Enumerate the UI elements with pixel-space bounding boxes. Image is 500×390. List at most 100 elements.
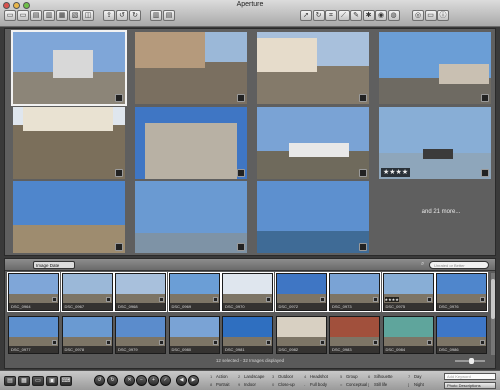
viewer-only-button[interactable]: ▣ (46, 376, 58, 386)
photo-thumbnail[interactable] (135, 32, 247, 104)
next-icon[interactable]: ▶ (188, 375, 199, 386)
adjustment-badge-icon (105, 340, 111, 345)
browser-view-button[interactable]: ▦ (18, 376, 30, 386)
loupe-button[interactable]: ◎ (412, 10, 424, 21)
photo-thumbnail[interactable] (135, 181, 247, 253)
browser-thumbnail[interactable]: DSC_0969 (167, 272, 221, 312)
rotate-left-icon[interactable]: ↺ (94, 375, 105, 386)
photo-thumbnail[interactable] (135, 107, 247, 179)
keyword-preset-button[interactable]: Indoor (244, 382, 256, 387)
previous-icon[interactable]: ◀ (176, 375, 187, 386)
photo-thumbnail[interactable] (257, 107, 369, 179)
keyword-preset-button[interactable]: Close-up (278, 382, 295, 387)
rotate-right-icon[interactable]: ↻ (107, 375, 118, 386)
scrollbar-thumb[interactable] (491, 279, 495, 319)
photo-thumbnail[interactable] (13, 107, 125, 179)
stack-button[interactable]: ▥ (150, 10, 162, 21)
browser-thumbnail[interactable]: DSC_0970 (221, 272, 274, 312)
viewer-mode-button[interactable]: ▭ (424, 10, 437, 21)
browser-thumbnail[interactable]: DSC_0982 (275, 316, 327, 354)
add-keyword-input[interactable]: Add Keyword (444, 373, 496, 380)
patch-icon: ◍ (390, 12, 397, 19)
projects-panel-button[interactable]: ▤ (4, 376, 16, 386)
stack-icon: ▥ (152, 12, 160, 19)
new-light-table-button[interactable]: ▦ (56, 10, 68, 21)
straighten-icon: ⟋ (341, 12, 346, 19)
reject-icon[interactable]: ✕ (124, 375, 135, 386)
browser-thumbnail[interactable]: DSC_0983 (329, 316, 380, 354)
rotate-left-button[interactable]: ↺ (116, 10, 128, 21)
new-folder-button[interactable]: ▭ (17, 10, 29, 21)
thumbnail-size-slider[interactable] (455, 358, 485, 364)
straighten-tool-button[interactable]: ⟋ (337, 10, 350, 21)
inspector-button[interactable]: ⓘ (437, 10, 449, 21)
keyword-preset-menu[interactable]: Photo Descriptions (444, 382, 496, 389)
rating-up-icon[interactable]: + (148, 375, 159, 386)
adjustment-badge-icon (266, 340, 271, 345)
filter-search-field[interactable]: Unrated or Better (429, 261, 489, 269)
browser-thumbnail[interactable]: DSC_0967 (60, 272, 114, 312)
adjustment-badge-icon (159, 340, 164, 345)
browser-thumbnail[interactable]: DSC_0984 (382, 316, 434, 354)
rating-down-icon[interactable]: − (136, 375, 147, 386)
keyword-preset-button[interactable]: Portrait (216, 382, 230, 387)
spot-patch-tool-button[interactable]: ◍ (387, 10, 400, 21)
new-smart-album-button[interactable]: ▥ (43, 10, 55, 21)
browser-thumbnail[interactable]: DSC_0964 (7, 272, 60, 312)
keyword-preset-button[interactable]: Night (414, 382, 424, 387)
keyword-preset-button[interactable]: Outdoor (278, 374, 293, 379)
new-project-button[interactable]: ▭ (4, 10, 16, 21)
keyword-preset-button[interactable]: Conceptual (346, 382, 367, 387)
photo-thumbnail[interactable] (257, 32, 369, 104)
browser-thumbnail[interactable]: DSC_0986 (436, 316, 487, 354)
keyword-preset-button[interactable]: Group (346, 374, 358, 379)
adjustment-badge-icon (481, 169, 489, 177)
browser-thumbnail[interactable]: DSC_0978 (61, 316, 113, 354)
browser-thumbnail[interactable]: DSC_0968 (114, 272, 167, 312)
slider-knob[interactable] (469, 358, 474, 364)
photo-thumbnail[interactable] (13, 181, 125, 253)
rotate-right-button[interactable]: ↻ (129, 10, 141, 21)
redeye-tool-button[interactable]: ◉ (375, 10, 387, 21)
browser-thumbnail[interactable]: DSC_0981 (222, 316, 273, 354)
browser-thumbnail[interactable]: DSC_0977 (8, 316, 59, 354)
stamp-icon: ✱ (365, 12, 372, 19)
import-button[interactable]: ⇪ (103, 10, 115, 21)
photo-thumbnail[interactable]: ★★★★ (379, 107, 491, 179)
photo-ground (13, 225, 125, 253)
keyword-preset-button[interactable]: Action (216, 374, 228, 379)
keyword-preset-button[interactable]: Silhouette (374, 374, 393, 379)
inspector-icon: ⓘ (439, 12, 447, 19)
keyword-preset-button[interactable]: Full body (310, 382, 327, 387)
browser-thumbnail[interactable]: DSC_0980 (168, 316, 220, 354)
browser-thumbnail[interactable]: ★★★★ DSC_0975 (381, 272, 435, 312)
select-icon[interactable]: ✓ (160, 375, 171, 386)
keyword-preset-button[interactable]: Landscape (244, 374, 265, 379)
unstack-button[interactable]: ▤ (163, 10, 175, 21)
sort-select[interactable]: Image Date (33, 261, 75, 269)
photo-sky (135, 181, 247, 233)
keyword-preset-button[interactable]: Headshot (310, 374, 328, 379)
rotate-tool-button[interactable]: ↻ (312, 10, 325, 21)
browser-header: Image Date ⌕ Unrated or Better (5, 259, 495, 271)
viewer-split-button[interactable]: ▭ (32, 376, 44, 386)
new-web-gallery-button[interactable]: ◫ (82, 10, 94, 21)
stamp-tool-button[interactable]: ✱ (362, 10, 375, 21)
new-album-button[interactable]: ▤ (30, 10, 42, 21)
browser-thumbnail[interactable]: DSC_0979 (115, 316, 166, 354)
photo-thumbnail[interactable] (11, 30, 127, 106)
photo-thumbnail[interactable] (379, 32, 491, 104)
browser-scrollbar[interactable] (491, 273, 495, 355)
browser-thumbnail[interactable]: DSC_0972 (274, 272, 328, 312)
new-book-button[interactable]: ▧ (69, 10, 81, 21)
crop-tool-button[interactable]: ⌗ (325, 10, 337, 21)
select-tool-button[interactable]: ➚ (300, 10, 312, 21)
lift-tool-button[interactable]: ✎ (350, 10, 362, 21)
adjustment-badge-icon (373, 340, 378, 345)
browser-thumbnail[interactable]: DSC_0973 (328, 272, 381, 312)
keyword-preset-button[interactable]: Day (414, 374, 421, 379)
photo-thumbnail[interactable] (257, 181, 369, 253)
browser-thumbnail[interactable]: DSC_0976 (435, 272, 488, 312)
keyword-preset-button[interactable]: Still life (374, 382, 387, 387)
keyword-panel-button[interactable]: ⌨ (60, 376, 72, 386)
